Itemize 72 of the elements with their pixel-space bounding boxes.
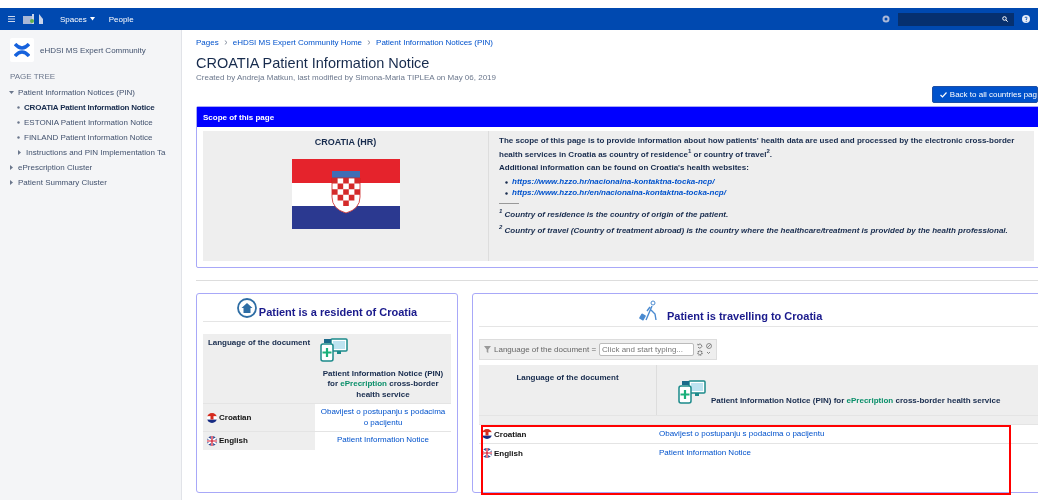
bullet-icon [17,136,20,139]
filter-icon [484,346,491,353]
caret-right-icon[interactable] [9,180,14,185]
tree-item[interactable]: Instructions and PIN Implementation Ta [26,148,166,157]
bullet-icon [17,106,20,109]
language-label: Croatian [494,429,527,439]
panel-header: Scope of this page [197,107,1038,127]
chevron-right-icon [367,40,372,45]
filter-field[interactable]: Click and start typing... [599,343,695,356]
website-link[interactable]: https://www.hzzo.hr/en/nacionalna-kontaktna-tocka-ncp/ [512,187,726,199]
medicine-computer-icon [677,379,707,405]
notification-icon[interactable] [882,15,890,23]
croatia-flag-icon [207,412,217,423]
document-link[interactable]: Obavijest o postupanju s podacima o pacijentu [659,429,825,438]
column-header: Patient Information Notice (PIN) for ePrecription cross-border health service [711,396,1001,405]
settings-icon[interactable] [697,350,704,356]
language-label: English [219,436,248,446]
help-icon[interactable] [1022,15,1030,23]
language-label: English [494,448,523,458]
house-icon [236,298,257,318]
tree-item[interactable]: FINLAND Patient Information Notice [24,133,153,142]
space-name[interactable]: eHDSI MS Expert Community [40,45,146,55]
undo-icon[interactable] [697,343,704,349]
footnote: $^{1}$ Country of residence is the country of origin of the patient. [499,206,730,221]
tree-item[interactable]: Patient Summary Cluster [18,178,107,187]
chevron-down-icon[interactable] [706,350,712,356]
bullet-icon [17,121,20,124]
uk-flag-icon [207,435,217,446]
links-heading: Additional information can be found on Croatia's health websites: [499,163,750,175]
menu-icon[interactable] [8,16,15,22]
medicine-computer-icon [319,337,349,363]
filter-label: Language of the document = [494,345,597,354]
page-byline: Created by Andreja Matkun, last modified by Simona-Maria TIPLEA on May 06, 2019 [196,73,497,82]
column-header: Language of the document [207,338,311,349]
check-icon [939,91,947,98]
search-field[interactable] [898,12,1014,26]
spaces-menu[interactable]: Spaces [57,12,98,26]
clear-icon[interactable] [706,343,713,349]
document-link[interactable]: Patient Information Notice [659,448,752,457]
caret-down-icon[interactable] [9,90,14,95]
website-link[interactable]: https://www.hzzo.hr/nacionalna-kontaktna-tocka-ncp/ [512,177,715,188]
document-link[interactable]: Obavijest o postupanju s podacima o pacijentu [319,407,447,428]
document-link[interactable]: Patient Information Notice [319,434,447,446]
scope-description: The scope of this page is to provide information about how patients' health data are used and processed by the electronic cross-border health services in Croatia as country of residence$^{1}$ or country of travel$^{2}$. [499,136,1016,161]
language-label: Croatian [219,413,252,423]
country-name: CROATIA (HR) [314,137,377,147]
column-header: Language of the document [516,373,619,382]
breadcrumb-link[interactable]: Pages [196,38,219,47]
tree-item[interactable]: Patient Information Notices (PIN) [18,88,135,97]
bullet-icon [505,191,508,195]
back-button[interactable]: Back to all countries pag [931,86,1038,103]
section-title: PAGE TREE [10,72,57,81]
caret-right-icon[interactable] [17,150,22,155]
space-logo[interactable] [14,43,30,57]
page-title: CROATIA Patient Information Notice [196,55,431,71]
caret-down-icon [89,17,95,21]
croatia-flag-icon [482,429,492,439]
footnote: $^{2}$ Country of travel (Country of treatment abroad) is the country where the healthcare/treatment is provided by the health professional. [499,223,1009,237]
caret-right-icon[interactable] [9,165,14,170]
column-header: Patient Information Notice (PIN) for ePrecription cross-border health service [321,369,445,401]
card-title: Patient is travelling to Croatia [667,310,823,322]
breadcrumb-link[interactable]: eHDSI MS Expert Community Home [232,38,363,47]
uk-flag-icon [482,448,492,458]
search-icon[interactable] [1002,16,1008,22]
bullet-icon [505,180,508,184]
tree-item[interactable]: ESTONIA Patient Information Notice [24,118,153,127]
breadcrumb-link[interactable]: Patient Information Notices (PIN) [376,38,493,47]
tree-item[interactable]: CROATIA Patient Information Notice [24,103,155,112]
tree-item[interactable]: ePrescription Cluster [18,163,93,172]
chevron-right-icon [223,40,228,45]
card-title: Patient is a resident of Croatia [258,306,418,318]
people-link[interactable]: People [105,12,137,26]
